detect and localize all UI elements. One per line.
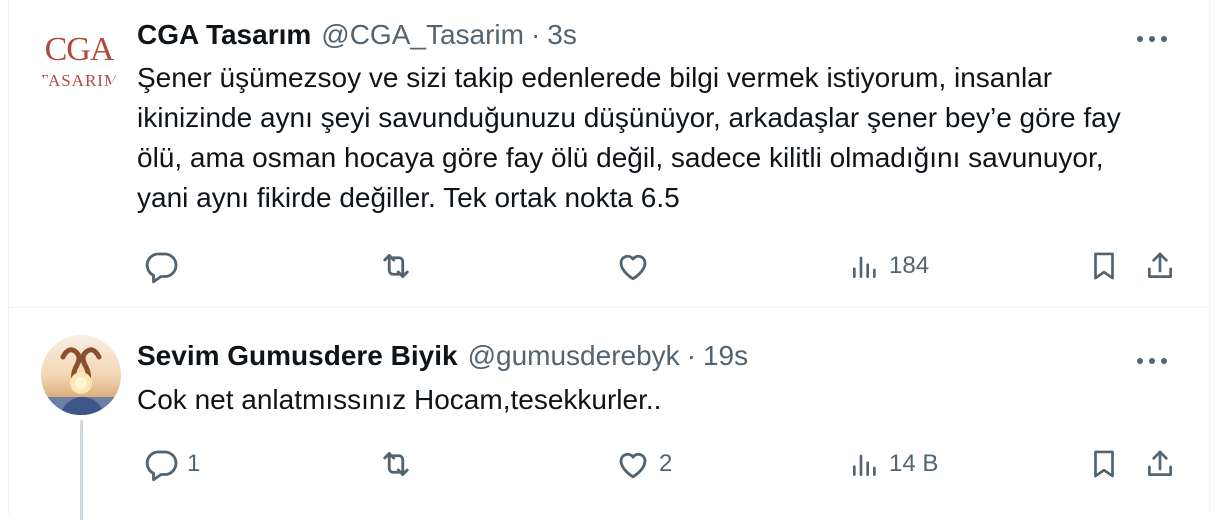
author-name[interactable]: Sevim Gumusdere Biyik: [137, 340, 458, 372]
reply-icon: [145, 252, 178, 284]
tweet-text: Cok net anlatmıssınız Hocam,tesekkurler.…: [137, 384, 662, 415]
separator-dot: ·: [530, 19, 541, 50]
thread-line: [80, 420, 83, 520]
views-count: 14 B: [889, 450, 939, 477]
tweet[interactable]: CGA TASARIM CGA Tasarım @CGA_Tasarim · 3…: [9, 0, 1209, 308]
author-name[interactable]: CGA Tasarım: [137, 19, 311, 51]
reply-button[interactable]: 1: [143, 444, 200, 484]
avatar[interactable]: CGA TASARIM: [39, 20, 119, 100]
tweet-header: CGA Tasarım @CGA_Tasarim · 3s: [137, 19, 577, 51]
avatar[interactable]: [41, 335, 121, 415]
more-icon[interactable]: [1135, 344, 1169, 378]
views-button[interactable]: 184: [849, 246, 929, 286]
tweet-actions: 184: [137, 246, 1177, 286]
tweet[interactable]: Sevim Gumusdere Biyik @gumusderebyk · 19…: [9, 308, 1209, 520]
views-icon: [853, 256, 876, 278]
share-button[interactable]: [1143, 444, 1177, 484]
tweet-text: Şener üşümezsoy ve sizi takip edenlerede…: [137, 62, 1121, 213]
retweet-icon: [383, 452, 409, 476]
retweet-button[interactable]: [377, 246, 423, 286]
like-button[interactable]: 2: [615, 444, 672, 484]
avatar-logo-text: CGA: [45, 31, 115, 68]
bookmark-icon: [1094, 450, 1114, 478]
share-icon: [1148, 450, 1172, 476]
timestamp[interactable]: 3s: [547, 19, 577, 51]
timestamp[interactable]: 19s: [703, 340, 748, 372]
reply-button[interactable]: [143, 246, 187, 286]
reply-count: 1: [187, 450, 201, 477]
timeline: CGA TASARIM CGA Tasarım @CGA_Tasarim · 3…: [8, 0, 1210, 520]
tweet-actions: 1 2 14 B: [137, 444, 1177, 484]
like-button[interactable]: [615, 246, 659, 286]
reply-icon: [145, 450, 178, 482]
like-icon: [619, 254, 647, 281]
author-handle[interactable]: @CGA_Tasarim: [321, 19, 524, 51]
retweet-icon: [383, 254, 409, 278]
avatar-logo-subtext: TASARIM: [39, 71, 119, 90]
retweet-button[interactable]: [377, 444, 423, 484]
share-icon: [1148, 252, 1172, 278]
like-icon: [619, 452, 647, 479]
tweet-header: Sevim Gumusdere Biyik @gumusderebyk · 19…: [137, 340, 748, 372]
bookmark-icon: [1094, 252, 1114, 280]
views-button[interactable]: 14 B: [849, 444, 938, 484]
separator-dot: ·: [686, 340, 696, 371]
author-handle[interactable]: @gumusderebyk: [468, 340, 680, 372]
views-count: 184: [889, 252, 930, 279]
more-icon[interactable]: [1135, 22, 1169, 56]
like-count: 2: [659, 450, 673, 477]
share-button[interactable]: [1143, 246, 1177, 286]
bookmark-button[interactable]: [1087, 246, 1121, 286]
views-icon: [853, 454, 876, 476]
bookmark-button[interactable]: [1087, 444, 1121, 484]
